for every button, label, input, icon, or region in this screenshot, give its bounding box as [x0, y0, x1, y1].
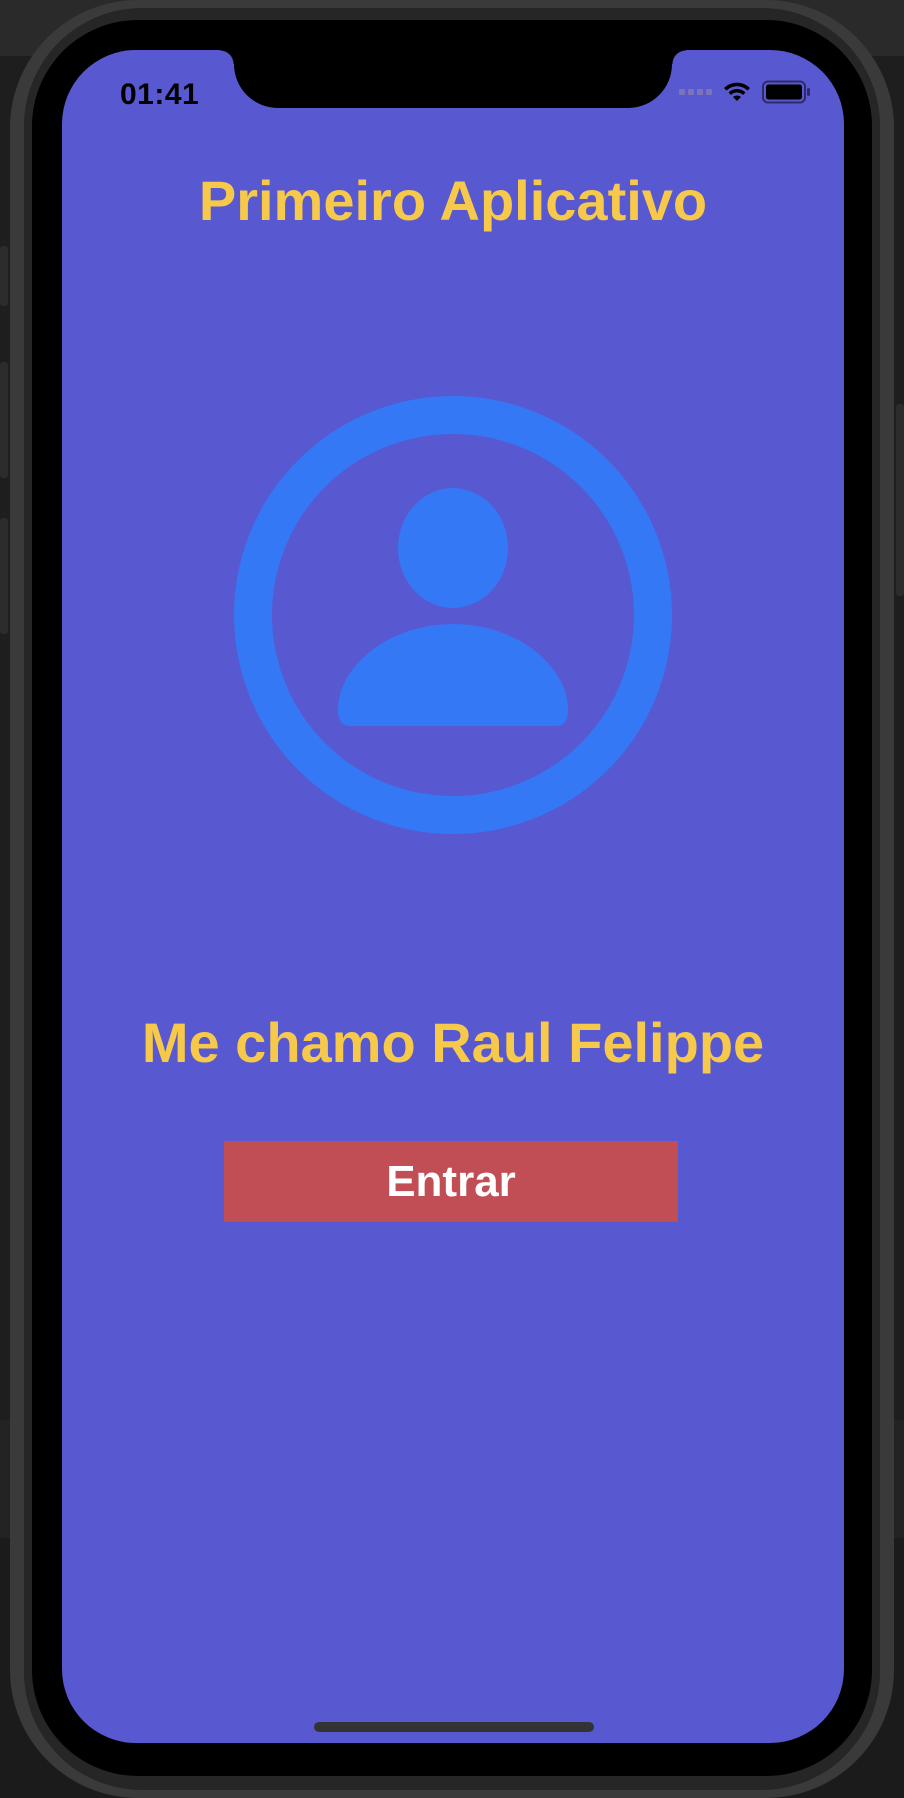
device-notch	[220, 50, 686, 108]
status-icons	[679, 80, 812, 104]
cellular-signal-icon	[679, 89, 712, 95]
app-title: Primeiro Aplicativo	[198, 169, 708, 232]
app-screen: 01:41 Primeiro Aplicativo Me chamo Raul …	[62, 50, 844, 1743]
enter-button[interactable]: Entrar	[224, 1141, 678, 1222]
power-button	[896, 404, 904, 596]
person-circle-icon	[234, 396, 672, 834]
battery-icon	[762, 80, 810, 104]
volume-up-button	[0, 362, 8, 478]
volume-down-button	[0, 518, 8, 634]
home-indicator[interactable]	[314, 1722, 594, 1732]
status-time: 01:41	[120, 78, 200, 111]
silent-switch	[0, 246, 8, 306]
wifi-icon	[724, 82, 750, 101]
name-label: Me chamo Raul Felippe	[141, 1011, 765, 1074]
